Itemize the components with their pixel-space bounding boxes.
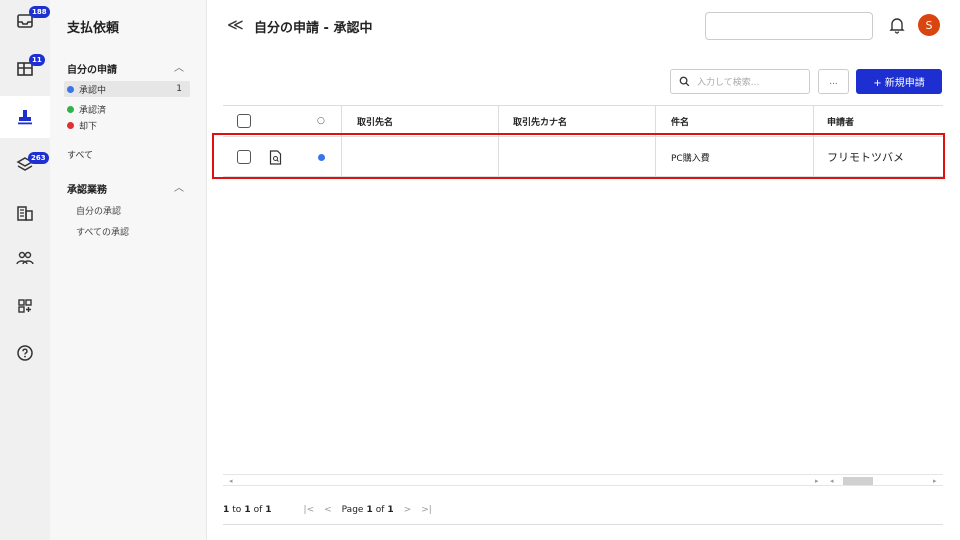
sidebar-item-my-approvals[interactable]: 自分の承認 [76, 204, 121, 217]
rail-layers[interactable]: 263 [0, 144, 50, 186]
rail-inbox[interactable]: 188 [0, 0, 50, 42]
help-icon [17, 345, 33, 361]
rail-help[interactable] [0, 332, 50, 374]
prev-page-icon[interactable]: < [324, 505, 332, 515]
page-label: Page [341, 505, 364, 515]
row-highlight-box [212, 133, 945, 179]
page-number: 1 [366, 505, 373, 515]
range-of: of [253, 505, 263, 515]
apps-add-icon [18, 299, 32, 313]
select-all-checkbox[interactable] [237, 106, 251, 136]
status-dot-red [67, 121, 74, 129]
status-column-header: ○ [317, 116, 325, 126]
search-placeholder: 入力して検索... [697, 78, 760, 88]
sidebar-item-rejected[interactable]: 却下 [67, 117, 191, 133]
rail-apps[interactable] [0, 285, 50, 327]
next-page-icon[interactable]: > [404, 505, 412, 515]
table-search-input[interactable]: 入力して検索... [670, 69, 810, 94]
avatar[interactable]: S [918, 14, 940, 36]
scroll-right-icon-2[interactable]: ▸ [933, 475, 937, 487]
sidebar-item-all[interactable]: すべて [67, 146, 191, 162]
scroll-thumb[interactable] [843, 477, 873, 485]
sidebar-title: 支払依頼 [67, 21, 120, 36]
more-button[interactable]: ... [818, 69, 849, 94]
rail-people[interactable] [0, 237, 50, 279]
sidebar-item-label: 却下 [79, 121, 98, 132]
section-approvals: 承認業務 [67, 185, 107, 196]
secondary-sidebar: 支払依頼 自分の申請 ︿ 承認中 1 承認済 却下 すべて 承認業務 ︿ 自分の… [50, 0, 207, 540]
horizontal-scrollbar[interactable]: ◂ ▸ ◂ ▸ [223, 474, 943, 486]
section-my-requests: 自分の申請 [67, 65, 117, 76]
app-root: 188 11 263 支払依頼 自分の申請 ︿ 承認中 1 承認済 却下 すべて… [0, 0, 960, 540]
page-total: 1 [387, 505, 394, 515]
pager-divider [223, 524, 943, 525]
first-page-icon[interactable]: |< [304, 505, 315, 515]
people-icon [16, 251, 34, 265]
page-title: 自分の申請 - 承認中 [254, 21, 373, 36]
sidebar-item-pending[interactable]: 承認中 1 [64, 81, 190, 97]
column-divider [813, 106, 814, 136]
building-icon [17, 206, 33, 221]
column-header-partner[interactable]: 取引先名 [357, 106, 393, 136]
rail-grid[interactable]: 11 [0, 48, 50, 90]
sidebar-item-label: 承認中 [79, 85, 107, 96]
last-page-icon[interactable]: >| [421, 505, 432, 515]
status-dot-blue [67, 85, 74, 93]
search-icon [679, 76, 690, 87]
rail-stamp[interactable] [0, 96, 50, 138]
sidebar-item-all-approvals[interactable]: すべての承認 [76, 225, 129, 238]
range-to: to [232, 505, 242, 515]
scroll-left-icon[interactable]: ◂ [229, 475, 233, 487]
scroll-right-icon[interactable]: ▸ [815, 475, 819, 487]
page-of: of [375, 505, 385, 515]
sidebar-item-label: 承認済 [79, 105, 107, 116]
column-divider [655, 106, 656, 136]
scroll-left-icon-2[interactable]: ◂ [830, 475, 834, 487]
range-total: 1 [265, 505, 272, 515]
sidebar-item-approved[interactable]: 承認済 [67, 101, 191, 117]
chevron-up-icon[interactable]: ︿ [174, 59, 184, 74]
icon-rail: 188 11 263 [0, 0, 50, 540]
layers-badge: 263 [28, 152, 49, 164]
pagination: 1 to 1 of 1 |< < Page 1 of 1 > >| [223, 500, 943, 520]
global-search-input[interactable] [705, 12, 873, 40]
stamp-icon [18, 110, 32, 125]
sidebar-item-count: 1 [176, 84, 182, 94]
rail-building[interactable] [0, 192, 50, 234]
main-content: ≪ 自分の申請 - 承認中 S 入力して検索... ... + 新規申請 ○ 取… [207, 0, 960, 540]
status-dot-green [67, 105, 74, 113]
column-header-partner-kana[interactable]: 取引先カナ名 [513, 106, 567, 136]
column-divider [341, 106, 342, 136]
range-start: 1 [223, 505, 230, 515]
column-header-subject[interactable]: 件名 [671, 106, 689, 136]
bell-icon[interactable] [889, 16, 905, 34]
column-divider [498, 106, 499, 136]
new-request-button[interactable]: + 新規申請 [856, 69, 942, 94]
sidebar-item-label: すべて [67, 150, 94, 161]
column-header-applicant[interactable]: 申請者 [827, 106, 854, 136]
grid-badge: 11 [29, 54, 45, 66]
chevron-up-icon[interactable]: ︿ [174, 179, 184, 194]
collapse-sidebar-icon[interactable]: ≪ [227, 15, 244, 34]
inbox-badge: 188 [29, 6, 50, 18]
range-end: 1 [244, 505, 251, 515]
